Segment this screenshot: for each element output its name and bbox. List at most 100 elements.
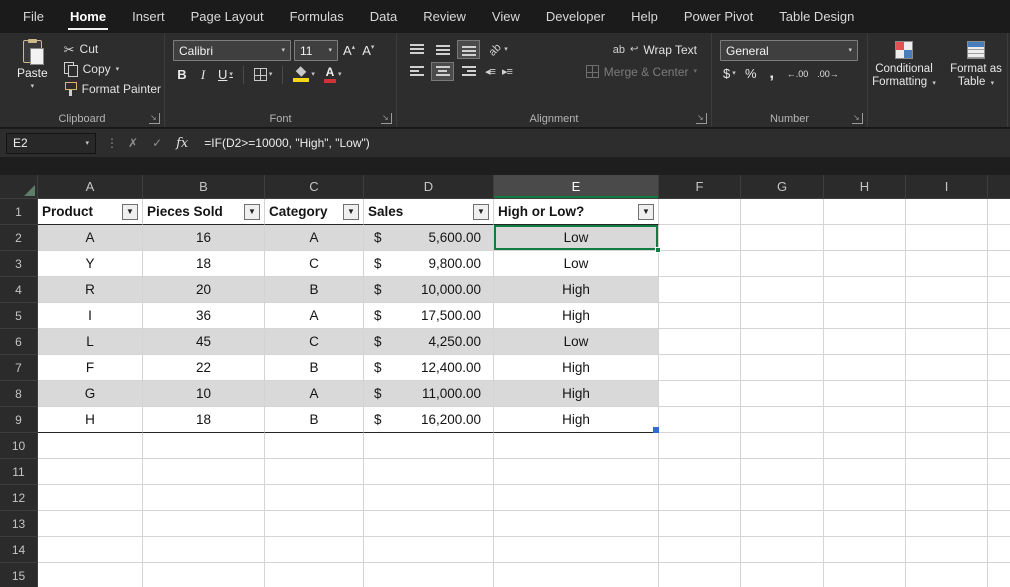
table-resize-handle[interactable] — [653, 427, 659, 433]
cell-A15[interactable] — [38, 563, 143, 587]
align-middle-button[interactable] — [431, 40, 454, 59]
cell-G8[interactable] — [741, 381, 824, 407]
cell-A8[interactable]: G — [38, 381, 143, 407]
filter-button-E1[interactable]: ▼ — [638, 204, 654, 220]
cell-B1[interactable]: Pieces Sold▼ — [143, 199, 265, 225]
merge-center-button[interactable]: Merge & Center ▾ — [583, 64, 703, 80]
cell-B8[interactable]: 10 — [143, 381, 265, 407]
cell-B5[interactable]: 36 — [143, 303, 265, 329]
cell-A1[interactable]: Product▼ — [38, 199, 143, 225]
cell-A13[interactable] — [38, 511, 143, 537]
cell-I8[interactable] — [906, 381, 988, 407]
cell-E1[interactable]: High or Low?▼ — [494, 199, 659, 225]
alignment-dialog-launcher[interactable]: ↘ — [696, 113, 707, 124]
wrap-text-button[interactable]: ab ↩ Wrap Text — [610, 42, 703, 58]
row-header-13[interactable]: 13 — [0, 511, 38, 537]
number-format-combobox[interactable]: General ▾ — [720, 40, 858, 61]
font-name-combobox[interactable]: Calibri ▾ — [173, 40, 291, 61]
ribbon-tab-power-pivot[interactable]: Power Pivot — [671, 0, 766, 33]
cell-I9[interactable] — [906, 407, 988, 433]
cell-B3[interactable]: 18 — [143, 251, 265, 277]
cell-C5[interactable]: A — [265, 303, 364, 329]
cancel-button[interactable]: ✗ — [128, 136, 138, 150]
cell-A6[interactable]: L — [38, 329, 143, 355]
align-left-button[interactable] — [405, 62, 428, 81]
cell-H3[interactable] — [824, 251, 906, 277]
orientation-button[interactable]: ab ▾ — [489, 44, 508, 56]
cell-B6[interactable]: 45 — [143, 329, 265, 355]
row-header-15[interactable]: 15 — [0, 563, 38, 587]
cell-I7[interactable] — [906, 355, 988, 381]
borders-button[interactable]: ▾ — [251, 66, 276, 83]
cell-I3[interactable] — [906, 251, 988, 277]
clipboard-dialog-launcher[interactable]: ↘ — [149, 113, 160, 124]
paste-button[interactable]: Paste ▾ — [6, 40, 59, 110]
cell-E3[interactable]: Low — [494, 251, 659, 277]
cell-I5[interactable] — [906, 303, 988, 329]
filter-button-B1[interactable]: ▼ — [244, 204, 260, 220]
filter-button-D1[interactable]: ▼ — [473, 204, 489, 220]
cell-B4[interactable]: 20 — [143, 277, 265, 303]
cell-H8[interactable] — [824, 381, 906, 407]
cell-D10[interactable] — [364, 433, 494, 459]
number-dialog-launcher[interactable]: ↘ — [852, 113, 863, 124]
cell-G1[interactable] — [741, 199, 824, 225]
align-top-button[interactable] — [405, 40, 428, 59]
cell-I12[interactable] — [906, 485, 988, 511]
cell-B2[interactable]: 16 — [143, 225, 265, 251]
cell-A11[interactable] — [38, 459, 143, 485]
font-dialog-launcher[interactable]: ↘ — [381, 113, 392, 124]
cell-C8[interactable]: A — [265, 381, 364, 407]
cell-G9[interactable] — [741, 407, 824, 433]
column-header-G[interactable]: G — [741, 175, 824, 199]
cell-H4[interactable] — [824, 277, 906, 303]
fill-handle[interactable] — [655, 247, 661, 253]
cell-H6[interactable] — [824, 329, 906, 355]
cell-C13[interactable] — [265, 511, 364, 537]
cell-H12[interactable] — [824, 485, 906, 511]
cell-F11[interactable] — [659, 459, 741, 485]
cell-F7[interactable] — [659, 355, 741, 381]
cell-F8[interactable] — [659, 381, 741, 407]
cell-H13[interactable] — [824, 511, 906, 537]
align-right-button[interactable] — [457, 62, 480, 81]
formula-bar-grip[interactable]: ⋮ — [106, 136, 118, 150]
cell-C1[interactable]: Category▼ — [265, 199, 364, 225]
cell-I11[interactable] — [906, 459, 988, 485]
cell-A10[interactable] — [38, 433, 143, 459]
ribbon-tab-insert[interactable]: Insert — [119, 0, 178, 33]
ribbon-tab-data[interactable]: Data — [357, 0, 410, 33]
cell-D6[interactable]: $4,250.00 — [364, 329, 494, 355]
row-header-14[interactable]: 14 — [0, 537, 38, 563]
cell-H14[interactable] — [824, 537, 906, 563]
cell-F5[interactable] — [659, 303, 741, 329]
cell-D2[interactable]: $5,600.00 — [364, 225, 494, 251]
cell-D7[interactable]: $12,400.00 — [364, 355, 494, 381]
cell-H10[interactable] — [824, 433, 906, 459]
cell-E14[interactable] — [494, 537, 659, 563]
cell-D3[interactable]: $9,800.00 — [364, 251, 494, 277]
cell-B9[interactable]: 18 — [143, 407, 265, 433]
ribbon-tab-review[interactable]: Review — [410, 0, 479, 33]
format-as-table-button[interactable]: Format as Table ▾ — [940, 37, 1010, 127]
row-header-12[interactable]: 12 — [0, 485, 38, 511]
italic-button[interactable]: I — [194, 65, 212, 85]
cell-E5[interactable]: High — [494, 303, 659, 329]
cell-G10[interactable] — [741, 433, 824, 459]
cell-A12[interactable] — [38, 485, 143, 511]
font-color-button[interactable]: A ▾ — [321, 64, 345, 85]
cell-E8[interactable]: High — [494, 381, 659, 407]
cell-G15[interactable] — [741, 563, 824, 587]
cell-F1[interactable] — [659, 199, 741, 225]
cell-B10[interactable] — [143, 433, 265, 459]
row-header-2[interactable]: 2 — [0, 225, 38, 251]
cell-D14[interactable] — [364, 537, 494, 563]
align-bottom-button[interactable] — [457, 40, 480, 59]
cell-C11[interactable] — [265, 459, 364, 485]
ribbon-tab-file[interactable]: File — [10, 0, 57, 33]
cell-D4[interactable]: $10,000.00 — [364, 277, 494, 303]
cell-G2[interactable] — [741, 225, 824, 251]
row-header-1[interactable]: 1 — [0, 199, 38, 225]
accounting-format-button[interactable]: $ ▾ — [720, 64, 739, 83]
cell-I6[interactable] — [906, 329, 988, 355]
